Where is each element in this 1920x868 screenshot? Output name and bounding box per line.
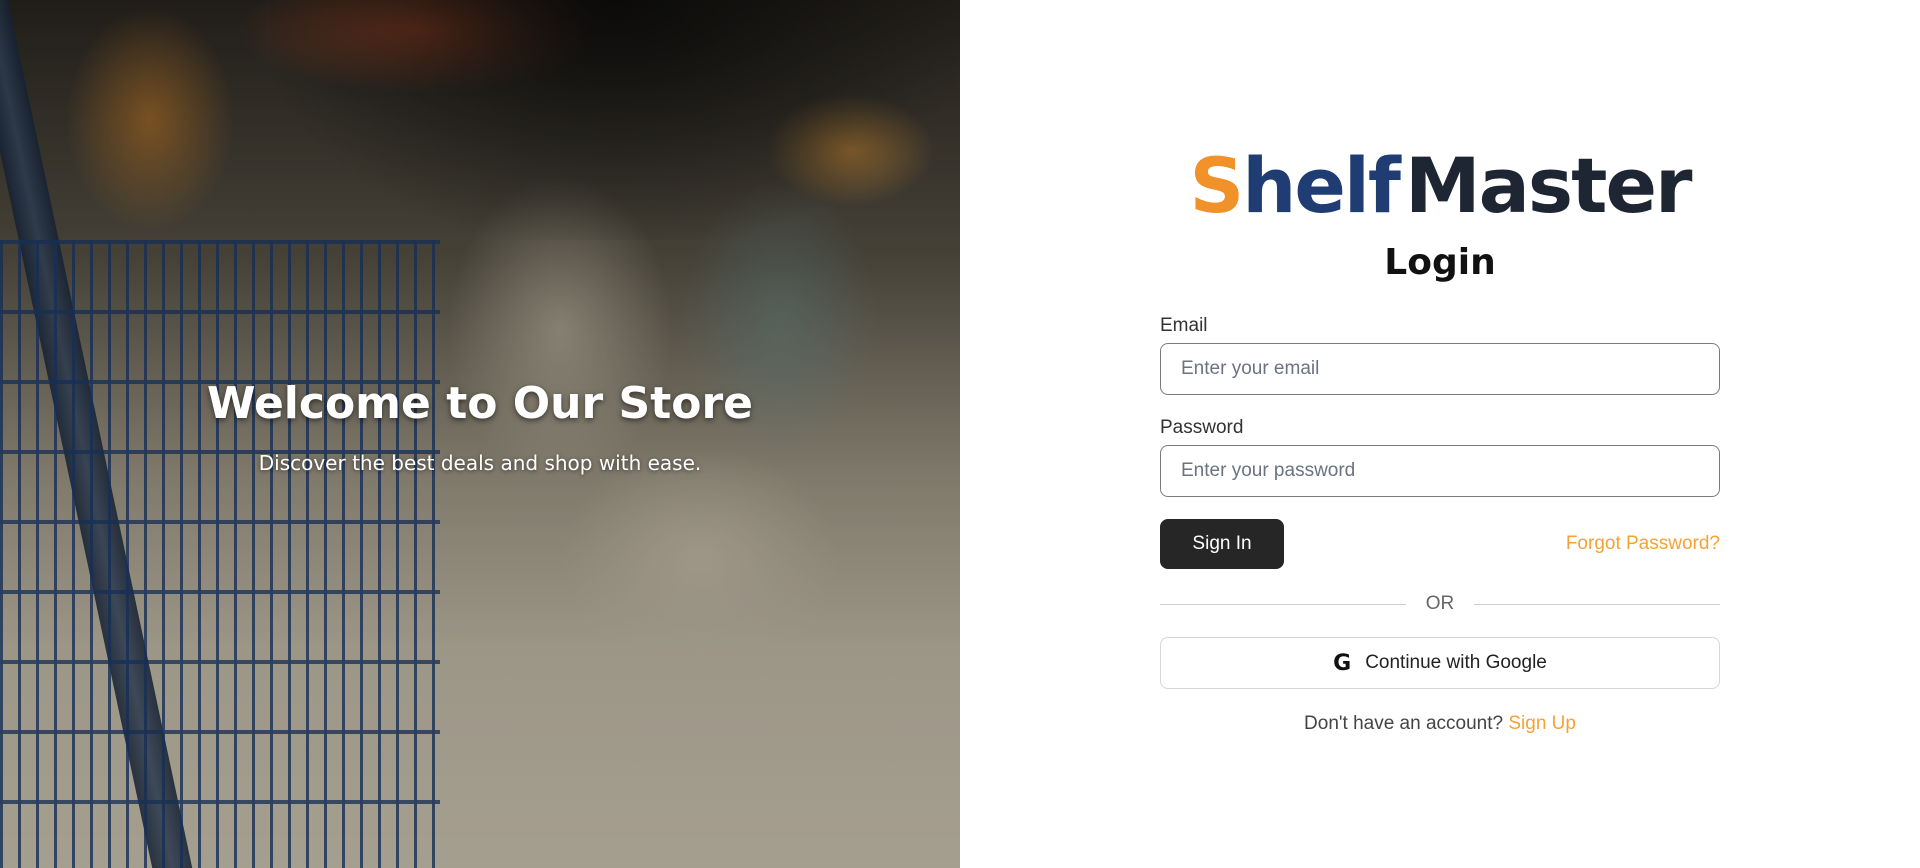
password-field[interactable] — [1160, 445, 1720, 497]
hero-text: Welcome to Our Store Discover the best d… — [0, 378, 960, 475]
or-text: OR — [1425, 593, 1455, 614]
signup-prompt-text: Don't have an account? — [1304, 713, 1504, 734]
divider-line-left — [1160, 603, 1406, 605]
password-label: Password — [1160, 417, 1244, 438]
logo-letter-s: S — [1189, 141, 1244, 230]
email-group: Email — [1160, 315, 1720, 395]
page-title: Login — [1384, 242, 1496, 283]
hero-subtitle: Discover the best deals and shop with ea… — [258, 451, 702, 475]
logo-helf: helf — [1242, 141, 1401, 230]
sign-in-button[interactable]: Sign In — [1160, 519, 1284, 569]
brand-logo: ShelfMaster — [1160, 130, 1720, 230]
login-form: ShelfMaster Login Email Password Sign In… — [1160, 130, 1720, 735]
divider-line-right — [1474, 603, 1720, 605]
password-group: Password — [1160, 417, 1720, 497]
signup-prompt: Don't have an account? Sign Up — [1160, 713, 1720, 735]
sign-up-link[interactable]: Sign Up — [1508, 713, 1576, 734]
or-divider: OR — [1160, 593, 1720, 615]
forgot-password-link[interactable]: Forgot Password? — [1566, 533, 1720, 555]
hero-title: Welcome to Our Store — [206, 378, 754, 429]
google-signin-button[interactable]: G Continue with Google — [1160, 637, 1720, 689]
hero-panel: Welcome to Our Store Discover the best d… — [0, 0, 960, 868]
email-label: Email — [1160, 315, 1208, 336]
logo-master: Master — [1405, 141, 1693, 230]
google-icon: G — [1333, 650, 1352, 676]
auth-panel: ShelfMaster Login Email Password Sign In… — [960, 0, 1920, 868]
email-field[interactable] — [1160, 343, 1720, 395]
google-button-label: Continue with Google — [1365, 652, 1547, 673]
form-actions: Sign In Forgot Password? — [1160, 519, 1720, 569]
login-page: Welcome to Our Store Discover the best d… — [0, 0, 1920, 868]
